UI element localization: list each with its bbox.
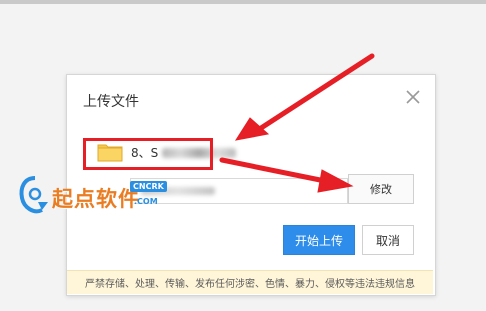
watermark-text: 起点软件: [52, 187, 140, 211]
close-icon[interactable]: [405, 89, 421, 105]
modify-button[interactable]: 修改: [348, 174, 414, 204]
dialog-title: 上传文件: [83, 94, 139, 110]
watermark-logo: 起点软件 CNCRK .COM: [18, 172, 168, 228]
watermark-badge: CNCRK: [130, 181, 167, 192]
watermark-domain: .COM: [134, 197, 158, 206]
start-upload-button[interactable]: 开始上传: [283, 225, 355, 255]
annotation-highlight-box: [83, 138, 213, 170]
notice-bar: 严禁存储、处理、传输、发布任何涉密、色情、暴力、侵权等违法违规信息: [67, 270, 433, 294]
watermark-swirl-icon: [19, 176, 48, 214]
cancel-button[interactable]: 取消: [362, 225, 414, 255]
